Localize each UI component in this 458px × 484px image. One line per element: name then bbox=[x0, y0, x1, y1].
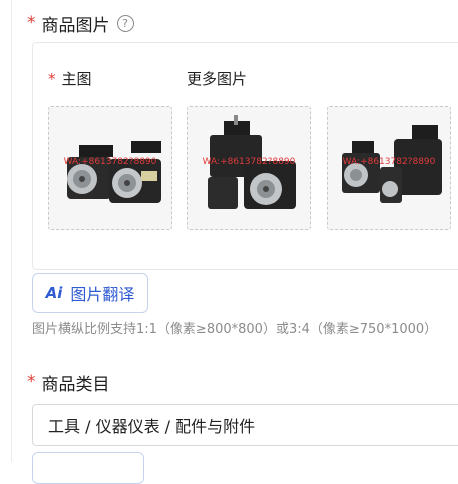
left-divider bbox=[11, 0, 12, 462]
ai-icon: Ai bbox=[45, 284, 63, 302]
main-image-label: * 主图 bbox=[48, 69, 92, 89]
product-category-title: * 商品类目 bbox=[27, 370, 110, 395]
product-images-label: 商品图片 bbox=[41, 15, 110, 36]
main-image-thumbnail[interactable]: WA:+8613782?8890 bbox=[48, 106, 172, 230]
required-mark: * bbox=[48, 69, 56, 88]
product-category-select[interactable]: 工具 / 仪器仪表 / 配件与附件 bbox=[32, 404, 458, 446]
more-images-label: 更多图片 bbox=[187, 70, 248, 88]
question-circle-icon[interactable]: ? bbox=[116, 14, 134, 32]
more-image-thumbnail-1[interactable]: WA:+8613782?8890 bbox=[187, 106, 311, 230]
partial-button[interactable] bbox=[32, 452, 144, 484]
more-image-thumbnail-2[interactable]: WA:+8613782?8890 bbox=[327, 106, 451, 230]
product-images-title: * 商品图片 ? bbox=[27, 11, 134, 36]
image-ratio-hint: 图片横纵比例支持1:1（像素≥800*800）或3:4（像素≥750*1000） bbox=[32, 322, 438, 337]
image-translate-button[interactable]: Ai 图片翻译 bbox=[32, 273, 148, 313]
required-mark: * bbox=[27, 13, 36, 33]
image-translate-label: 图片翻译 bbox=[70, 285, 135, 304]
required-mark: * bbox=[27, 372, 36, 392]
product-category-label: 商品类目 bbox=[41, 374, 110, 395]
